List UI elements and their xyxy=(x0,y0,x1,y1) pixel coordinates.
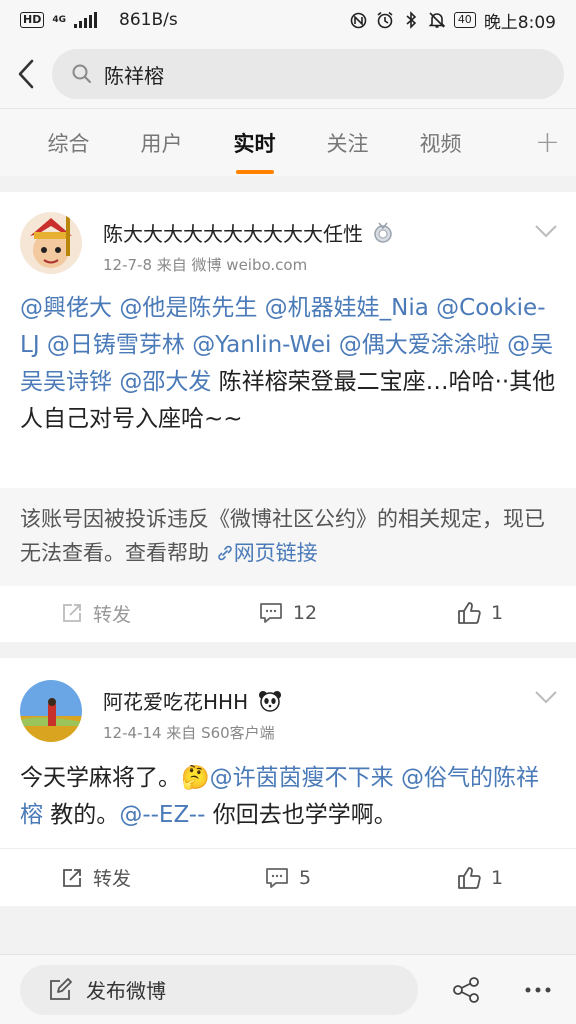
bottom-bar: 发布微博 xyxy=(0,954,576,1024)
repost-icon xyxy=(63,604,81,622)
post-text: @興佬大 @他是陈先生 @机器娃娃_Nia @Cookie-LJ @日铸雪芽林 … xyxy=(20,290,558,438)
mention-link[interactable]: @许茵茵瘦不下来 xyxy=(210,765,394,791)
avatar[interactable] xyxy=(20,212,82,274)
post-text-segment xyxy=(331,332,338,358)
like-button[interactable]: 1 xyxy=(384,601,576,625)
post-text-segment: 教的。 xyxy=(43,802,120,828)
compose-post-button[interactable]: 发布微博 xyxy=(20,964,418,1015)
tab-video[interactable]: 视频 xyxy=(394,128,487,158)
thumbs-up-icon xyxy=(458,602,481,624)
search-header: 陈祥榕 xyxy=(0,40,576,108)
mention-link[interactable]: @日铸雪芽林 xyxy=(47,332,185,358)
post-text-segment xyxy=(257,295,264,321)
hd-badge: HD xyxy=(20,12,45,28)
mention-link[interactable]: @他是陈先生 xyxy=(119,295,257,321)
panda-icon xyxy=(259,691,282,712)
mention-link[interactable]: @--EZ-- xyxy=(119,802,205,828)
mention-link[interactable]: @Yanlin-Wei xyxy=(192,332,331,358)
search-icon xyxy=(72,64,91,83)
username[interactable]: 陈大大大大大大大大大大任性 xyxy=(103,218,393,247)
chevron-down-icon[interactable] xyxy=(534,690,558,704)
like-button[interactable]: 1 xyxy=(384,866,576,890)
search-input[interactable]: 陈祥榕 xyxy=(52,49,564,99)
post-text-segment: 今天学麻将了。 xyxy=(20,765,181,791)
tab-users[interactable]: 用户 xyxy=(115,128,208,158)
post-meta: 12-7-8 来自 微博 weibo.com xyxy=(103,256,308,274)
back-button[interactable] xyxy=(0,40,52,108)
post-text-segment xyxy=(394,765,401,791)
more-icon xyxy=(525,987,551,992)
comment-icon xyxy=(260,603,282,623)
chevron-down-icon[interactable] xyxy=(534,224,558,238)
share-icon xyxy=(453,976,479,1003)
post-text-segment: 🤔 xyxy=(181,765,210,791)
network-type: 4G xyxy=(52,14,66,25)
post-text: 今天学麻将了。🤔@许茵茵瘦不下来 @俗气的陈祥榕 教的。@--EZ-- 你回去也… xyxy=(20,760,558,834)
thumbs-up-icon xyxy=(458,866,481,889)
post-text-segment xyxy=(500,332,507,358)
post-actions: 转发 12 1 xyxy=(0,584,576,642)
chevron-left-icon xyxy=(18,59,34,89)
signal-icon xyxy=(74,12,97,28)
medal-icon xyxy=(374,222,393,243)
post-meta: 12-4-14 来自 S60客户端 xyxy=(103,724,275,742)
post-card: 陈大大大大大大大大大大任性 12-7-8 来自 微博 weibo.com @興佬… xyxy=(0,192,576,642)
bluetooth-icon xyxy=(402,11,420,29)
post-text-segment xyxy=(40,332,47,358)
tab-following[interactable]: 关注 xyxy=(301,128,394,158)
username[interactable]: 阿花爱吃花HHH xyxy=(103,686,282,715)
tab-comprehensive[interactable]: 综合 xyxy=(22,128,115,158)
mention-link[interactable]: @興佬大 xyxy=(20,295,112,321)
more-button[interactable] xyxy=(518,970,558,1010)
status-bar: HD 4G 861B/s 40 晚上8:09 xyxy=(0,0,576,40)
add-tab-button[interactable]: + xyxy=(535,125,560,160)
network-speed: 861B/s xyxy=(119,10,178,30)
clock: 晚上8:09 xyxy=(483,12,556,33)
post-actions: 转发 5 1 xyxy=(0,848,576,906)
comment-button[interactable]: 12 xyxy=(192,602,384,624)
link-icon xyxy=(217,545,232,561)
unavailable-notice: 该账号因被投诉违反《微博社区公约》的相关规定，现已无法查看。查看帮助 网页链接 xyxy=(0,488,576,586)
comment-button[interactable]: 5 xyxy=(192,867,384,889)
repost-button[interactable]: 转发 xyxy=(0,600,192,627)
repost-icon xyxy=(63,868,81,887)
comment-icon xyxy=(266,867,288,888)
alarm-icon xyxy=(376,11,394,29)
edit-icon xyxy=(50,977,72,1000)
nfc-icon xyxy=(350,11,368,29)
post-card: 阿花爱吃花HHH 12-4-14 来自 S60客户端 今天学麻将了。🤔@许茵茵瘦… xyxy=(0,658,576,906)
mention-link[interactable]: @偶大爱涂涂啦 xyxy=(339,332,500,358)
mute-icon xyxy=(428,11,446,29)
battery-icon: 40 xyxy=(453,12,476,28)
repost-button[interactable]: 转发 xyxy=(0,864,192,891)
tab-bar: 综合 用户 实时 关注 视频 + xyxy=(0,108,576,176)
avatar[interactable] xyxy=(20,680,82,742)
search-query: 陈祥榕 xyxy=(104,63,164,88)
web-link[interactable]: 网页链接 xyxy=(216,541,318,565)
mention-link[interactable]: @机器娃娃_Nia xyxy=(265,295,429,321)
share-button[interactable] xyxy=(446,970,486,1010)
mention-link[interactable]: @邵大发 xyxy=(119,369,211,395)
tab-realtime[interactable]: 实时 xyxy=(208,128,301,174)
post-text-segment: 你回去也学学啊。 xyxy=(205,802,397,828)
